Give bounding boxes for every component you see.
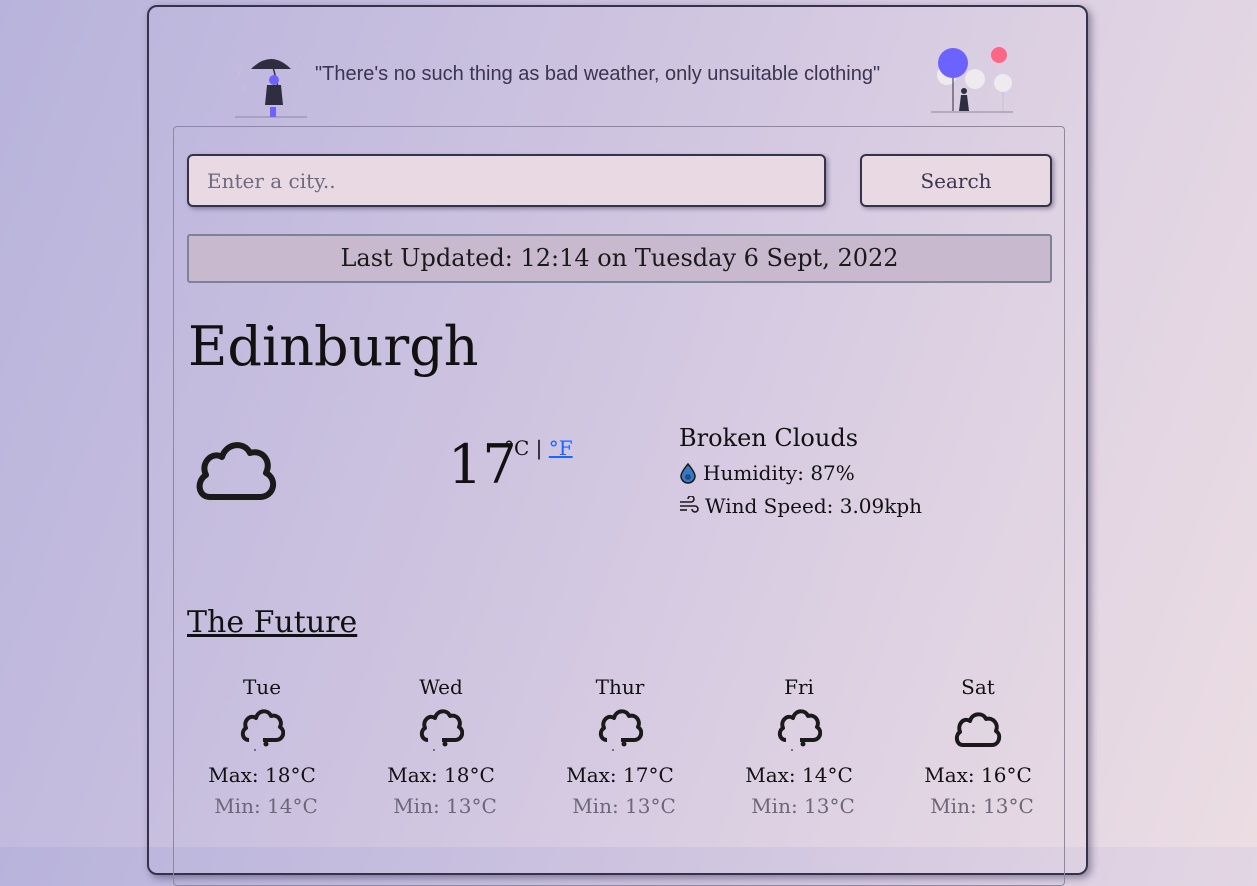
search-button[interactable]: Search — [860, 154, 1052, 207]
forecast-min: Min: 13°C — [572, 794, 676, 818]
cloud-rain-icon — [598, 709, 643, 751]
forecast-min: Min: 13°C — [751, 794, 855, 818]
forecast-card: Thur Max: 17°C Min: 13°C — [545, 675, 695, 818]
unit-separator: | — [535, 436, 543, 460]
cloud-rain-icon — [777, 709, 822, 751]
forecast-max: Max: 17°C — [566, 763, 674, 787]
forecast-min: Min: 14°C — [214, 794, 318, 818]
cloud-rain-icon — [419, 709, 464, 751]
humidity-row: Humidity: 87% — [679, 461, 855, 485]
weather-app: "There's no such thing as bad weather, o… — [147, 5, 1088, 886]
forecast-day: Sat — [961, 675, 995, 699]
unit-toggle: °C | °F — [504, 436, 573, 460]
cloud-icon — [196, 442, 277, 500]
cloud-rain-icon — [240, 709, 285, 751]
umbrella-person-illustration — [235, 58, 307, 118]
weather-description: Broken Clouds — [679, 424, 859, 452]
forecast-min: Min: 13°C — [930, 794, 1034, 818]
forecast-card: Fri Max: 14°C Min: 13°C — [724, 675, 874, 818]
wind-label: Wind Speed: 3.09kph — [705, 494, 923, 518]
forecast-max: Max: 14°C — [745, 763, 853, 787]
forecast-max: Max: 16°C — [924, 763, 1032, 787]
wind-icon — [680, 496, 699, 513]
main-panel: Search Last Updated: 12:14 on Tuesday 6 … — [173, 126, 1065, 886]
city-search-input[interactable] — [187, 154, 826, 207]
forecast-day: Fri — [784, 675, 814, 699]
forecast-max: Max: 18°C — [387, 763, 495, 787]
balloons-illustration — [931, 47, 1013, 113]
wind-row: Wind Speed: 3.09kph — [679, 494, 922, 518]
header: "There's no such thing as bad weather, o… — [149, 7, 1086, 122]
forecast-max: Max: 18°C — [208, 763, 316, 787]
cloud-icon — [954, 712, 1002, 747]
droplet-icon — [680, 462, 696, 484]
last-updated-bar: Last Updated: 12:14 on Tuesday 6 Sept, 2… — [187, 234, 1052, 283]
forecast-min: Min: 13°C — [393, 794, 497, 818]
celsius-unit: °C — [504, 436, 530, 460]
forecast-day: Tue — [242, 675, 282, 699]
forecast-title: The Future — [187, 605, 358, 640]
forecast-card: Wed Max: 18°C Min: 13°C — [366, 675, 516, 818]
city-name: Edinburgh — [188, 315, 479, 378]
forecast-card: Tue Max: 18°C Min: 14°C — [187, 675, 337, 818]
forecast-day: Thur — [595, 675, 645, 699]
humidity-label: Humidity: 87% — [703, 461, 855, 485]
forecast-card: Sat Max: 16°C Min: 13°C — [903, 675, 1053, 818]
forecast-day: Wed — [419, 675, 463, 699]
fahrenheit-link[interactable]: °F — [549, 436, 573, 460]
header-quote: "There's no such thing as bad weather, o… — [315, 63, 881, 85]
